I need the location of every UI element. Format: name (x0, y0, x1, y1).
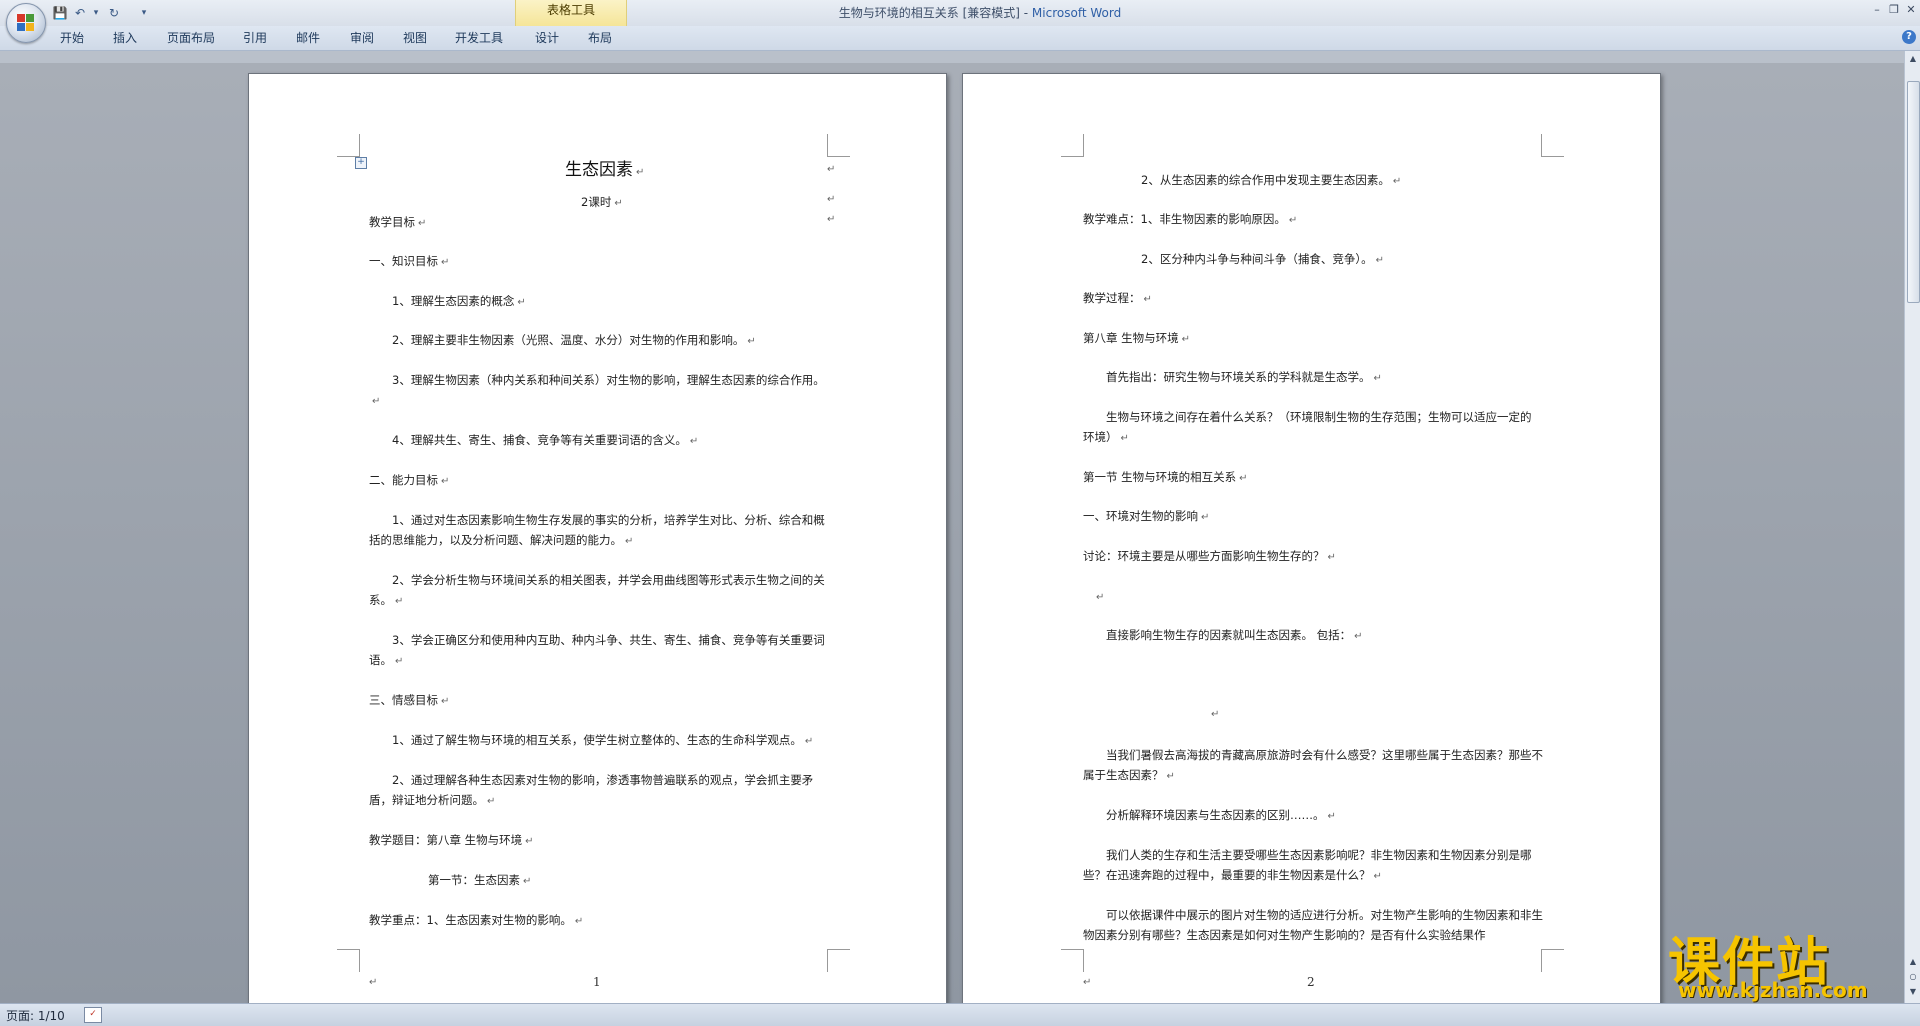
doc-paragraph[interactable]: 当我们暑假去高海拔的青藏高原旅游时会有什么感受？这里哪些属于生态因素？那些不属于… (1083, 745, 1543, 787)
undo-dropdown-icon[interactable]: ▾ (88, 5, 104, 21)
watermark-url: www.kjzhan.com (1678, 978, 1868, 1002)
doc-paragraph[interactable]: 直接影响生物生存的因素就叫生态因素。 包括： ↵ (1106, 625, 1363, 647)
scrollbar-thumb[interactable] (1907, 81, 1920, 303)
doc-paragraph[interactable]: 首先指出：研究生物与环境关系的学科就是生态学。 ↵ (1106, 367, 1382, 389)
ribbon-tab-bar: 开始 插入 页面布局 引用 邮件 审阅 视图 开发工具 设计 布局 (0, 26, 1920, 76)
doc-paragraph[interactable]: 讨论：环境主要是从哪些方面影响生物生存的？ ↵ (1083, 546, 1336, 568)
margin-corner (827, 134, 850, 157)
minimize-button[interactable]: – (1868, 2, 1886, 18)
doc-paragraph[interactable]: 我们人类的生存和生活主要受哪些生态因素影响呢？非生物因素和生物因素分别是哪些？在… (1083, 845, 1543, 887)
tab-view[interactable]: 视图 (403, 29, 427, 47)
doc-paragraph[interactable]: 分析解释环境因素与生态因素的区别……。 ↵ (1106, 805, 1336, 827)
doc-paragraph[interactable]: 三、情感目标 ↵ (369, 690, 449, 712)
margin-corner (1541, 949, 1564, 972)
tab-references[interactable]: 引用 (243, 29, 267, 47)
doc-paragraph[interactable]: 1、通过对生态因素影响生物生存发展的事实的分析，培养学生对比、分析、综合和概括的… (369, 510, 826, 552)
tab-review[interactable]: 审阅 (350, 29, 374, 47)
doc-subtitle[interactable]: 2课时 ↵ (581, 192, 623, 214)
watermark-logo: 课件站 www.kjzhan.com (1668, 920, 1918, 1004)
doc-paragraph[interactable]: 2、从生态因素的综合作用中发现主要生态因素。 ↵ (1141, 170, 1401, 192)
tab-page-layout[interactable]: 页面布局 (167, 29, 215, 47)
title-bar: 💾 ↶ ▾ ↻ ▾ 表格工具 生物与环境的相互关系 [兼容模式] - Micro… (0, 0, 1920, 43)
tab-insert[interactable]: 插入 (113, 29, 137, 47)
empty-paragraph[interactable]: ↵ (1208, 703, 1219, 725)
tab-home[interactable]: 开始 (60, 29, 84, 47)
cell-end-mark: ↵ (827, 194, 836, 205)
doc-title[interactable]: 生态因素 ↵ (565, 160, 644, 183)
table-move-handle-icon[interactable]: + (355, 157, 367, 169)
undo-icon[interactable]: ↶ (72, 5, 88, 21)
footer-paragraph-mark: ↵ (1083, 977, 1092, 988)
page-count-status[interactable]: 页面: 1/10 (6, 1007, 65, 1024)
scroll-up-icon[interactable]: ▲ (1907, 53, 1919, 65)
document-page-2[interactable]: 2、从生态因素的综合作用中发现主要生态因素。 ↵ 教学难点：1、非生物因素的影响原… (962, 73, 1661, 1003)
footer-paragraph-mark: ↵ (369, 977, 378, 988)
page-number: 1 (593, 975, 601, 989)
doc-paragraph[interactable]: 教学难点：1、非生物因素的影响原因。 ↵ (1083, 209, 1297, 231)
document-area: + 生态因素 ↵ ↵ 2课时 ↵ ↵ 教学目标 ↵ ↵ 一、知识目标 ↵ 1、理解生态因… (0, 63, 1904, 1003)
redo-icon[interactable]: ↻ (106, 5, 122, 21)
doc-paragraph[interactable]: 4、理解共生、寄生、捕食、竞争等有关重要词语的含义。 ↵ (392, 430, 698, 452)
save-icon[interactable]: 💾 (52, 5, 68, 21)
empty-paragraph[interactable]: ↵ (1093, 586, 1104, 608)
cell-end-mark: ↵ (827, 214, 836, 225)
app-name: Microsoft Word (1031, 6, 1122, 20)
ruler-strip (0, 51, 1904, 63)
tab-developer[interactable]: 开发工具 (455, 29, 503, 47)
status-bar: 页面: 1/10 ✓ (0, 1003, 1920, 1026)
doc-paragraph[interactable]: 第八章 生物与环境 ↵ (1083, 328, 1190, 350)
window-title: 生物与环境的相互关系 [兼容模式] - Microsoft Word (700, 0, 1260, 26)
spell-check-icon[interactable]: ✓ (84, 1007, 102, 1023)
doc-paragraph[interactable]: 1、理解生态因素的概念 ↵ (392, 291, 526, 313)
doc-paragraph[interactable]: 教学目标 ↵ (369, 212, 426, 234)
margin-corner (337, 949, 360, 972)
margin-corner (1061, 134, 1084, 157)
vertical-scrollbar[interactable]: ▲ ▲ ○ ▼ (1904, 51, 1920, 1003)
doc-paragraph[interactable]: 教学重点：1、生态因素对生物的影响。 ↵ (369, 910, 583, 932)
doc-paragraph[interactable]: 教学过程： ↵ (1083, 288, 1152, 310)
doc-paragraph[interactable]: 2、区分种内斗争与种间斗争（捕食、竞争）。 ↵ (1141, 249, 1384, 271)
document-page-1[interactable]: + 生态因素 ↵ ↵ 2课时 ↵ ↵ 教学目标 ↵ ↵ 一、知识目标 ↵ 1、理解生态因… (248, 73, 947, 1003)
doc-paragraph[interactable]: 教学题目：第八章 生物与环境 ↵ (369, 830, 534, 852)
doc-paragraph[interactable]: 生物与环境之间存在着什么关系？（环境限制生物的生存范围；生物可以适应一定的环境）… (1083, 407, 1540, 449)
doc-paragraph[interactable]: 2、学会分析生物与环境间关系的相关图表，并学会用曲线图等形式表示生物之间的关系。… (369, 570, 826, 612)
doc-paragraph[interactable]: 3、学会正确区分和使用种内互助、种内斗争、共生、寄生、捕食、竞争等有关重要词语。… (369, 630, 826, 672)
doc-paragraph[interactable]: 3、理解生物因素（种内关系和种间关系）对生物的影响，理解生态因素的综合作用。↵ (369, 370, 826, 412)
close-button[interactable]: ✕ (1902, 2, 1920, 18)
doc-paragraph[interactable]: 1、通过了解生物与环境的相互关系，使学生树立整体的、生态的生命科学观点。 ↵ (392, 730, 813, 752)
restore-button[interactable]: ❐ (1885, 2, 1903, 18)
table-tools-context-header: 表格工具 (515, 0, 627, 26)
document-title: 生物与环境的相互关系 [兼容模式] - (838, 6, 1032, 20)
office-button[interactable] (6, 3, 46, 43)
doc-paragraph[interactable]: 一、知识目标 ↵ (369, 251, 449, 273)
doc-paragraph[interactable]: 2、理解主要非生物因素（光照、温度、水分）对生物的作用和影响。 ↵ (392, 330, 756, 352)
doc-paragraph[interactable]: 二、能力目标 ↵ (369, 470, 449, 492)
tab-table-layout[interactable]: 布局 (588, 29, 612, 47)
help-icon[interactable]: ? (1902, 30, 1916, 44)
page-number: 2 (1307, 975, 1315, 989)
margin-corner (337, 134, 360, 157)
tab-mailings[interactable]: 邮件 (296, 29, 320, 47)
office-logo-icon (17, 14, 35, 32)
doc-paragraph[interactable]: 2、通过理解各种生态因素对生物的影响，渗透事物普遍联系的观点，学会抓主要矛盾，辩… (369, 770, 826, 812)
doc-paragraph[interactable]: 第一节 生物与环境的相互关系 ↵ (1083, 467, 1248, 489)
margin-corner (1061, 949, 1084, 972)
cell-end-mark: ↵ (827, 164, 836, 175)
customize-qat-icon[interactable]: ▾ (136, 5, 152, 21)
doc-paragraph[interactable]: 第一节：生态因素 ↵ (428, 870, 531, 892)
tab-table-design[interactable]: 设计 (535, 29, 559, 47)
doc-paragraph[interactable]: 一、环境对生物的影响 ↵ (1083, 506, 1209, 528)
margin-corner (827, 949, 850, 972)
margin-corner (1541, 134, 1564, 157)
doc-paragraph[interactable]: 可以依据课件中展示的图片对生物的适应进行分析。对生物产生影响的生物因素和非生物因… (1083, 905, 1553, 945)
